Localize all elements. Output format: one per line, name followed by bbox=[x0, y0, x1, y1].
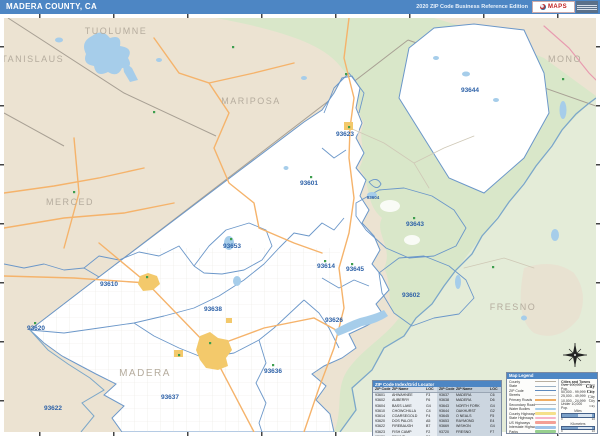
primary-roads-swatch bbox=[535, 399, 556, 401]
col-zip-name: ZIP Name bbox=[392, 387, 409, 391]
city-class-row: 25,000 - 49,999 City bbox=[561, 393, 595, 399]
county-label: TUOLUMNE bbox=[85, 26, 148, 36]
edition-label: 2020 ZIP Code Business Reference Edition bbox=[416, 4, 528, 10]
logo-badge bbox=[576, 1, 598, 13]
streets-swatch bbox=[535, 394, 556, 396]
zip-label: 93623 bbox=[336, 131, 354, 138]
zip-label: 93622 bbox=[44, 405, 62, 412]
county-line-swatch bbox=[535, 381, 556, 383]
map-frame: STANISLAUS TUOLUMNE MONO MARIPOSA MERCED… bbox=[0, 14, 600, 436]
us-hwy-swatch bbox=[535, 421, 556, 424]
zip-label: 93645 bbox=[346, 266, 364, 273]
county-label: MONO bbox=[548, 54, 582, 64]
county-label: MADERA bbox=[119, 368, 171, 379]
grid-ticks-right bbox=[596, 18, 600, 432]
scale-bar-miles: Miles 0 10 bbox=[561, 409, 595, 421]
logo-text: MAPS bbox=[548, 4, 567, 10]
zip-label: 93601 bbox=[300, 180, 318, 187]
legend-symbols: County State ZIP Code Streets Primary Ro… bbox=[507, 379, 558, 436]
county-hwy-swatch bbox=[535, 412, 556, 415]
zip-label: 93653 bbox=[223, 243, 241, 250]
state-hwy-swatch bbox=[535, 416, 556, 420]
interstate-swatch bbox=[535, 425, 556, 429]
county-label: STANISLAUS bbox=[4, 54, 64, 64]
zip-index-right: ZIP Code ZIP Name LOC 93637 MADERA C6 9363… bbox=[437, 387, 501, 436]
publisher-logo: MAPS bbox=[532, 1, 598, 13]
zip-label: 93644 bbox=[461, 87, 479, 94]
zip-label: 93604 bbox=[367, 195, 380, 200]
county-label: MERCED bbox=[46, 197, 94, 207]
county-label: FRESNO bbox=[490, 302, 537, 312]
secondary-roads-swatch bbox=[535, 403, 556, 406]
zip-index-left: ZIP Code ZIP Name LOC 93601 AHWAHNEE F3 93… bbox=[373, 387, 437, 436]
zip-label: 93638 bbox=[204, 306, 222, 313]
county-label: MARIPOSA bbox=[221, 96, 281, 106]
map-poster-screen: MADERA COUNTY, CA 2020 ZIP Code Business… bbox=[0, 0, 600, 436]
col-zip-name: ZIP Name bbox=[456, 387, 473, 391]
col-loc: LOC bbox=[426, 387, 434, 391]
zip-label: 93643 bbox=[406, 221, 424, 228]
zip-index-table: ZIP Code Index/Grid Locator ZIP Code ZIP… bbox=[372, 380, 502, 436]
city-class-row: Under 10,000 Pop. City bbox=[561, 401, 595, 410]
col-loc: LOC bbox=[490, 387, 498, 391]
globe-icon bbox=[540, 4, 547, 10]
grid-ticks-top bbox=[4, 14, 596, 18]
logo-main: MAPS bbox=[532, 1, 575, 13]
table-row: 93720 FRESNO F7 bbox=[439, 429, 495, 434]
zip-label: 93602 bbox=[402, 292, 420, 299]
zip-label: 93626 bbox=[325, 317, 343, 324]
zip-label: 93610 bbox=[100, 281, 118, 288]
col-zip-code: ZIP Code bbox=[439, 387, 455, 391]
zip-label: 93614 bbox=[317, 263, 335, 270]
county-map: STANISLAUS TUOLUMNE MONO MARIPOSA MERCED… bbox=[4, 18, 596, 432]
legend-item: Parks bbox=[509, 430, 556, 435]
legend-cities: Cities and Towns Over 100,000 Pop. City 5… bbox=[558, 378, 597, 436]
page-title: MADERA COUNTY, CA bbox=[6, 2, 98, 11]
map-legend: Map Legend County State ZIP Code Streets… bbox=[506, 372, 598, 436]
state-line-swatch bbox=[535, 385, 556, 387]
zip-line-swatch bbox=[535, 390, 556, 392]
zip-label: 93620 bbox=[27, 325, 45, 332]
zip-label: 93637 bbox=[161, 394, 179, 401]
col-zip-code: ZIP Code bbox=[375, 387, 391, 391]
header-bar: MADERA COUNTY, CA 2020 ZIP Code Business… bbox=[0, 0, 600, 15]
scale-bar-km: Kilometers 0 10 bbox=[561, 422, 595, 434]
water-swatch bbox=[535, 407, 556, 411]
grid-ticks-left bbox=[0, 18, 4, 432]
zip-label: 93636 bbox=[264, 368, 282, 375]
parks-swatch bbox=[535, 430, 556, 434]
